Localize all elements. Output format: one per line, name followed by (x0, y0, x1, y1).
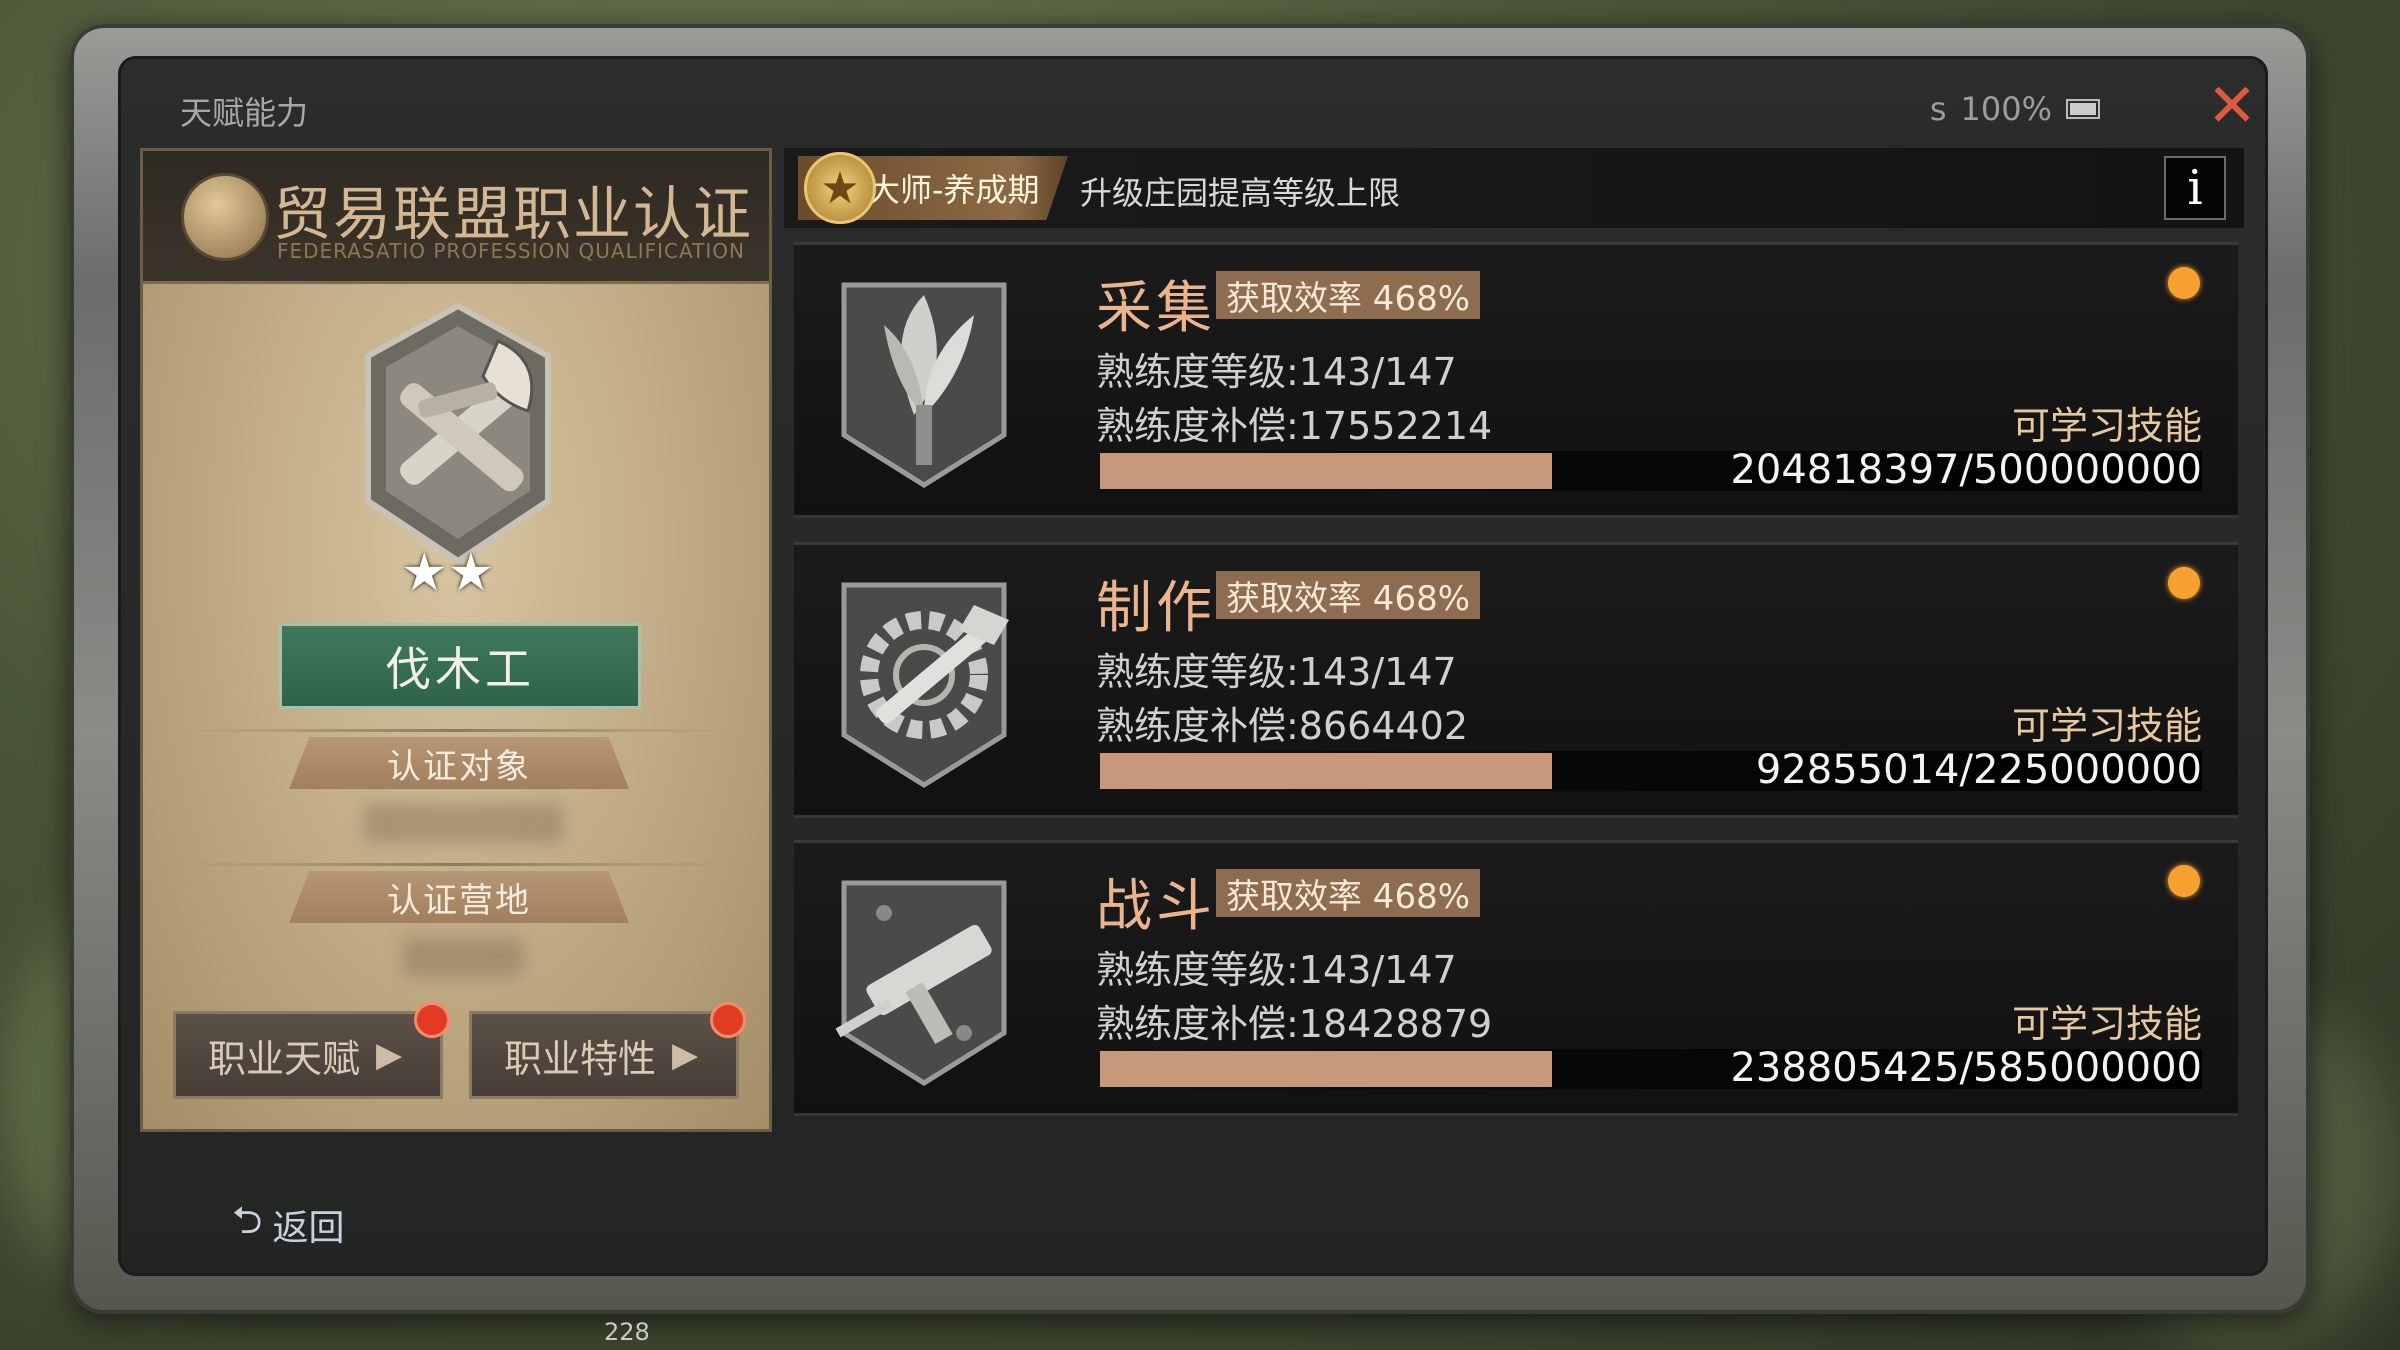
chevron-right-icon: ▶ (672, 1035, 699, 1075)
cert-camp-label: 认证营地 (289, 871, 629, 923)
progress-value: 92855014/225000000 (1755, 747, 2202, 793)
learnable-skill-link[interactable]: 可学习技能 (2012, 695, 2202, 750)
back-label: 返回 (272, 1207, 345, 1249)
close-button[interactable]: ✕ (2204, 71, 2260, 141)
battery-icon (2066, 99, 2100, 119)
progress-bar-fill (1100, 1051, 1552, 1087)
notification-dot-icon (414, 1002, 450, 1038)
cert-header: 贸易联盟职业认证 FEDERASATIO PROFESSION QUALIFIC… (143, 151, 769, 284)
skill-name: 战斗 (1096, 874, 1216, 939)
lumberjack-emblem-icon (365, 302, 551, 565)
status-dot-icon (2168, 567, 2200, 599)
master-bar: 大师-养成期 ★ 升级庄园提高等级上限 i (784, 148, 2244, 228)
proficiency-level: 熟练度等级:143/147 (1096, 650, 1457, 694)
skill-name: 采集 (1096, 276, 1216, 341)
notification-dot-icon (710, 1002, 746, 1038)
cert-target-label: 认证对象 (289, 737, 629, 789)
info-button[interactable]: i (2164, 156, 2226, 220)
master-badge-label: 大师-养成期 (868, 171, 1040, 209)
proficiency-compensation: 熟练度补偿:18428879 (1096, 1002, 1493, 1046)
status-bar: s 100% (1930, 90, 2100, 128)
cert-subtitle: FEDERASATIO PROFESSION QUALIFICATION (277, 239, 745, 263)
job-rank-stars: ★★ (401, 543, 495, 603)
efficiency-badge: 获取效率 468% (1216, 571, 1481, 619)
learnable-skill-link[interactable]: 可学习技能 (2012, 395, 2202, 450)
battery-percent: 100% (1960, 90, 2052, 128)
status-dot-icon (2168, 267, 2200, 299)
proficiency-compensation: 熟练度补偿:8664402 (1096, 704, 1469, 748)
certification-card: 贸易联盟职业认证 FEDERASATIO PROFESSION QUALIFIC… (140, 148, 772, 1132)
back-arrow-icon: ⮌ (232, 1198, 263, 1242)
chevron-right-icon: ▶ (376, 1035, 403, 1075)
master-description: 升级庄园提高等级上限 (1080, 174, 1401, 212)
proficiency-level: 熟练度等级:143/147 (1096, 948, 1457, 992)
skill-card-combat[interactable]: 战斗 获取效率 468% 熟练度等级:143/147 熟练度补偿:1842887… (794, 840, 2238, 1116)
proficiency-compensation: 熟练度补偿:17552214 (1096, 404, 1493, 448)
progress-value: 238805425/585000000 (1730, 1045, 2202, 1091)
skill-name: 制作 (1096, 576, 1216, 641)
submachine-gun-icon (835, 880, 1007, 1086)
star-medal-icon: ★ (804, 152, 876, 224)
cert-target-value-blurred (363, 803, 563, 843)
close-icon: ✕ (2206, 71, 2258, 141)
divider (183, 729, 729, 732)
proficiency-level: 熟练度等级:143/147 (1096, 350, 1457, 394)
divider (183, 863, 729, 866)
back-button[interactable]: ⮌ 返回 (232, 1192, 344, 1257)
learnable-skill-link[interactable]: 可学习技能 (2012, 993, 2202, 1048)
skill-card-craft[interactable]: 制作 获取效率 468% 熟练度等级:143/147 熟练度补偿:8664402… (794, 542, 2238, 818)
profession-talent-button[interactable]: 职业天赋 ▶ (173, 1002, 450, 1099)
window-title: 天赋能力 (180, 94, 309, 132)
progress-value: 204818397/500000000 (1730, 447, 2202, 493)
efficiency-badge: 获取效率 468% (1216, 869, 1481, 917)
herb-icon (841, 282, 1007, 488)
cert-camp-value-blurred (403, 937, 523, 977)
efficiency-badge: 获取效率 468% (1216, 271, 1481, 319)
federation-logo-icon (181, 173, 269, 261)
status-dot-icon (2168, 865, 2200, 897)
job-name[interactable]: 伐木工 (279, 623, 641, 709)
skill-card-gather[interactable]: 采集 获取效率 468% 熟练度等级:143/147 熟练度补偿:1755221… (794, 242, 2238, 518)
talent-button-label: 职业天赋 (208, 1036, 361, 1081)
status-prefix: s (1929, 90, 1947, 128)
footer-number: 228 (604, 1318, 650, 1346)
profession-trait-button[interactable]: 职业特性 ▶ (469, 1002, 746, 1099)
hammer-gear-icon (841, 582, 1009, 788)
trait-button-label: 职业特性 (504, 1036, 657, 1081)
progress-bar-fill (1100, 753, 1552, 789)
progress-bar-fill (1100, 453, 1552, 489)
